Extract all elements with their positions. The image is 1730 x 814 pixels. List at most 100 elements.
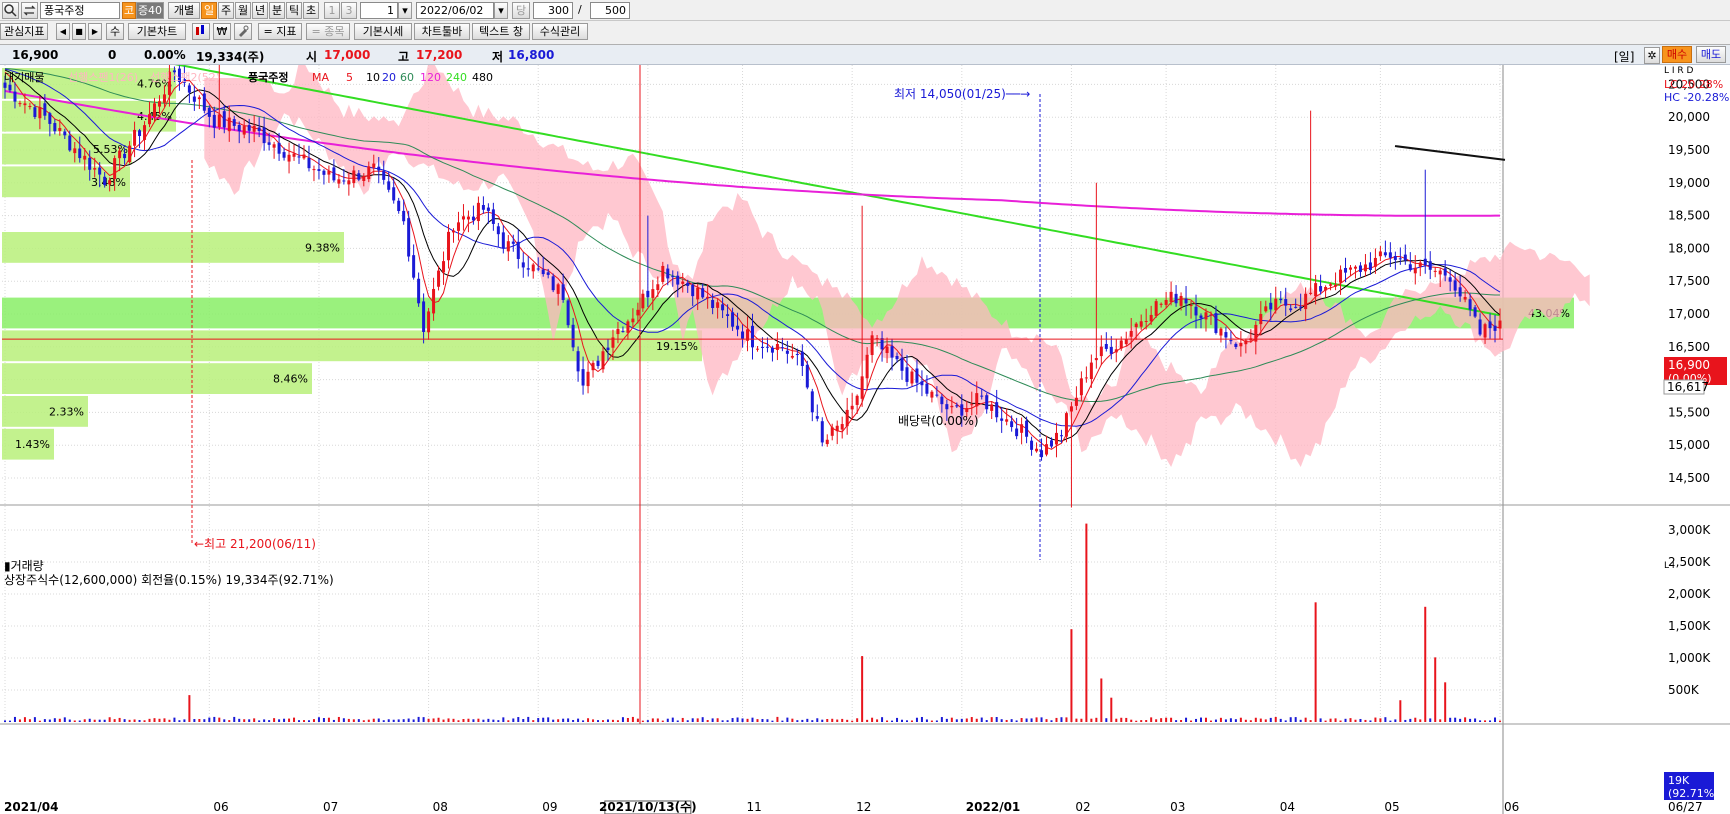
total-input[interactable]: 500: [590, 2, 630, 19]
candle-body: [676, 275, 680, 285]
candle-body: [990, 404, 994, 411]
chart-toolbar-button[interactable]: 차트툴바: [414, 23, 470, 40]
volume-bar: [886, 720, 889, 722]
volume-bar: [1020, 718, 1023, 722]
item-button[interactable]: = 종목: [306, 23, 350, 40]
nav-next-button[interactable]: ▶: [88, 23, 102, 40]
volume-bar: [1120, 717, 1123, 722]
dang-button[interactable]: 당: [512, 2, 530, 19]
tool-icon[interactable]: [234, 23, 252, 40]
sell-button[interactable]: 매도: [1696, 46, 1726, 63]
candle-body: [232, 119, 236, 126]
stock-name-input[interactable]: 풍국주정: [40, 2, 120, 19]
won-icon[interactable]: ₩: [213, 23, 231, 40]
candle-body: [765, 346, 769, 348]
volume-bar: [238, 718, 241, 722]
volume-bar: [8, 720, 11, 722]
volume-bar: [990, 717, 993, 722]
volume-bar: [377, 718, 380, 722]
period-dropdown-icon[interactable]: ▾: [398, 2, 412, 19]
candle-body: [1304, 293, 1308, 310]
volume-bar: [1115, 718, 1118, 722]
volume-bar: [1424, 606, 1427, 722]
time-tick-label: 05: [1384, 800, 1399, 814]
volume-bar: [437, 717, 440, 722]
buy-button[interactable]: 매수: [1662, 46, 1692, 63]
chart-type-icon[interactable]: [192, 23, 210, 40]
volume-bar: [218, 717, 221, 722]
volume-bar: [1110, 697, 1113, 722]
period-minute-button[interactable]: 분: [269, 2, 285, 19]
swap-icon[interactable]: [21, 2, 38, 19]
date-dropdown-icon[interactable]: ▾: [494, 2, 508, 19]
volume-bar: [502, 717, 505, 722]
volume-tick-label: 3,000K: [1668, 523, 1711, 537]
candle-body: [591, 362, 595, 371]
candle-body: [506, 241, 510, 252]
basic-chart-button[interactable]: 기본차트: [128, 23, 186, 40]
basic-quote-button[interactable]: 기본시세: [354, 23, 412, 40]
sub-period-3-button[interactable]: 3: [341, 2, 357, 19]
formula-manage-button[interactable]: 수식관리: [532, 23, 588, 40]
candle-body: [815, 416, 819, 419]
volume-bar: [492, 719, 495, 722]
time-tick-label: 02: [1075, 800, 1090, 814]
volume-bar: [1489, 720, 1492, 722]
period-week-button[interactable]: 주: [218, 2, 234, 19]
candle-body: [731, 312, 735, 327]
candle-body: [287, 154, 291, 162]
sub-period-1-button[interactable]: 1: [324, 2, 340, 19]
volume-bar: [866, 719, 869, 722]
candle-body: [1289, 308, 1293, 311]
search-icon[interactable]: [2, 2, 19, 19]
period-count-input[interactable]: 1: [360, 2, 398, 19]
candle-body: [950, 405, 954, 408]
volume-bar: [1035, 717, 1038, 722]
date-input[interactable]: 2022/06/02: [416, 2, 494, 19]
candle-body: [651, 289, 655, 298]
price-tick-label: 15,500: [1668, 405, 1710, 419]
nav-prev-button[interactable]: ◀: [56, 23, 70, 40]
indicator-button[interactable]: = 지표: [258, 23, 302, 40]
volume-bar: [317, 717, 320, 722]
individual-button[interactable]: 개별: [168, 2, 200, 19]
volume-bar: [1195, 718, 1198, 722]
candle-body: [1179, 295, 1183, 306]
volume-bar: [1434, 657, 1437, 722]
volume-profile-bar: [2, 363, 312, 394]
candle-body: [207, 107, 211, 117]
price-change: 0: [108, 48, 117, 62]
candle-body: [197, 97, 201, 100]
candle-body: [48, 113, 52, 124]
volume-bar: [681, 717, 684, 722]
nav-stop-button[interactable]: ■: [72, 23, 86, 40]
period-month-button[interactable]: 월: [235, 2, 251, 19]
volume-bar: [836, 719, 839, 722]
period-year-button[interactable]: 년: [252, 2, 268, 19]
period-tick-button[interactable]: 틱: [286, 2, 302, 19]
text-window-button[interactable]: 텍스트 창: [472, 23, 530, 40]
volume-bar: [472, 719, 475, 722]
volume-bar: [597, 720, 600, 722]
candle-body: [1229, 340, 1233, 342]
candle-body: [920, 381, 924, 386]
volume-bar: [447, 718, 450, 722]
su-button[interactable]: 수: [106, 23, 124, 40]
settings-icon[interactable]: ✲: [1644, 47, 1660, 64]
period-day-button[interactable]: 일: [201, 2, 217, 19]
count-input[interactable]: 300: [533, 2, 573, 19]
candle-body: [696, 287, 700, 300]
low-label: 저: [492, 50, 504, 64]
volume-bar: [1414, 717, 1417, 722]
volume-bar: [980, 717, 983, 722]
interest-indicator-button[interactable]: 관심지표: [0, 23, 48, 40]
candle-body: [402, 210, 406, 222]
candle-body: [362, 176, 366, 181]
volume-bar: [392, 719, 395, 722]
period-second-button[interactable]: 초: [303, 2, 319, 19]
volume-bar: [1404, 719, 1407, 722]
stock-chart[interactable]: 4.76%4.45%5.53%3.48%9.38%43.04%19.15%8.4…: [0, 65, 1730, 814]
candle-body: [521, 262, 525, 268]
candle-body: [855, 395, 859, 405]
candle-body: [53, 123, 57, 132]
